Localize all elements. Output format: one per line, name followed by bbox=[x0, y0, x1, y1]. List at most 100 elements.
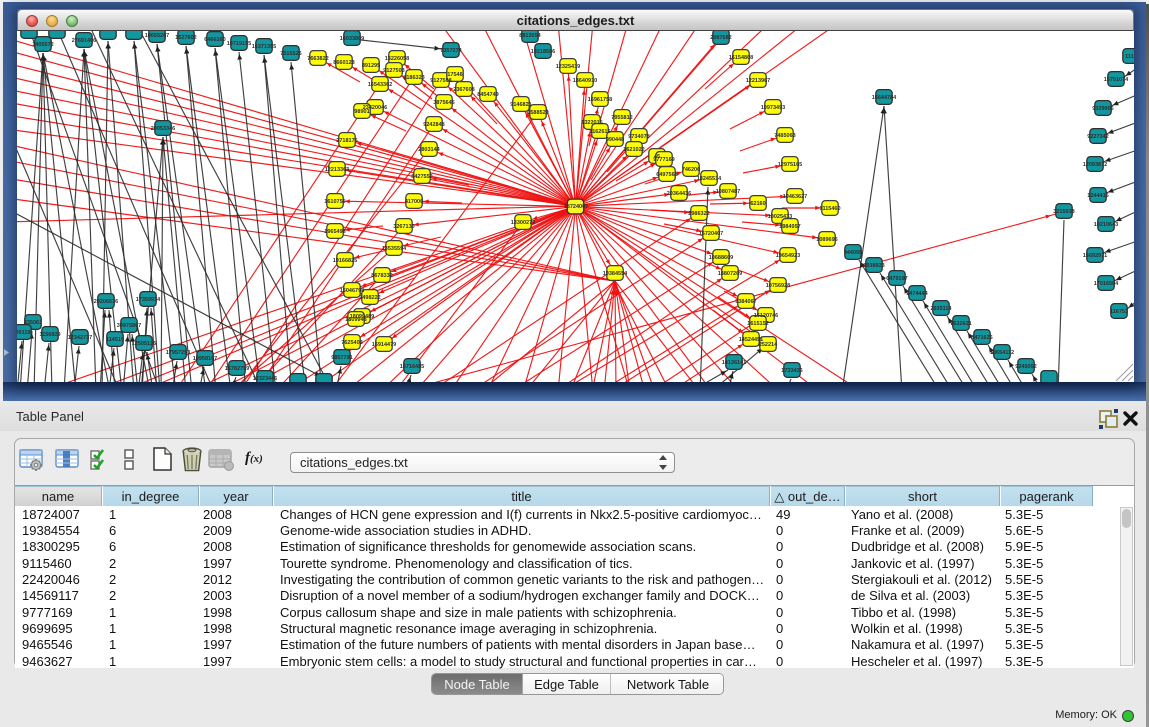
svg-text:62160: 62160 bbox=[750, 201, 765, 207]
svg-text:2718176: 2718176 bbox=[336, 138, 357, 144]
svg-text:10973493: 10973493 bbox=[761, 105, 785, 111]
svg-text:19384554: 19384554 bbox=[603, 271, 628, 277]
svg-text:19166825: 19166825 bbox=[333, 258, 357, 264]
svg-text:2986322: 2986322 bbox=[688, 211, 709, 217]
svg-text:9127503: 9127503 bbox=[383, 68, 404, 74]
svg-text:20053346: 20053346 bbox=[151, 126, 175, 132]
svg-text:8938923: 8938923 bbox=[863, 263, 884, 269]
svg-text:9777169: 9777169 bbox=[653, 157, 674, 163]
svg-text:114519: 114519 bbox=[106, 337, 124, 343]
svg-text:6497568: 6497568 bbox=[656, 172, 677, 178]
svg-text:1322015: 1322015 bbox=[581, 120, 602, 126]
svg-text:6479197: 6479197 bbox=[886, 276, 907, 282]
svg-text:8813054: 8813054 bbox=[519, 33, 541, 39]
svg-text:15751074: 15751074 bbox=[1104, 77, 1129, 83]
svg-text:3215938: 3215938 bbox=[1053, 209, 1074, 215]
svg-text:417006: 417006 bbox=[405, 199, 423, 205]
svg-text:746206: 746206 bbox=[682, 167, 700, 173]
svg-text:1162615: 1162615 bbox=[589, 129, 610, 135]
svg-text:10210643: 10210643 bbox=[1094, 222, 1118, 228]
svg-text:8186323: 8186323 bbox=[403, 75, 424, 81]
svg-text:10807487: 10807487 bbox=[716, 189, 740, 195]
svg-text:15716485: 15716485 bbox=[400, 364, 424, 370]
svg-text:27691406: 27691406 bbox=[72, 38, 96, 44]
svg-text:12213363: 12213363 bbox=[325, 167, 349, 173]
svg-text:9474444: 9474444 bbox=[906, 291, 928, 297]
svg-text:12975165: 12975165 bbox=[778, 162, 802, 168]
svg-text:20206536: 20206536 bbox=[94, 299, 118, 305]
svg-text:9115460: 9115460 bbox=[819, 206, 840, 212]
svg-text:1965493: 1965493 bbox=[324, 229, 345, 235]
svg-text:9227342: 9227342 bbox=[1087, 134, 1108, 140]
svg-text:39119: 39119 bbox=[17, 330, 31, 336]
svg-text:1733426: 1733426 bbox=[781, 368, 802, 374]
svg-text:252214: 252214 bbox=[759, 342, 778, 348]
svg-text:8660128: 8660128 bbox=[333, 60, 354, 66]
svg-text:15692971: 15692971 bbox=[1083, 253, 1107, 259]
svg-text:15720407: 15720407 bbox=[699, 231, 723, 237]
svg-text:10463627: 10463627 bbox=[783, 194, 807, 200]
svg-text:1244415: 1244415 bbox=[1087, 193, 1108, 199]
svg-text:12093872: 12093872 bbox=[1083, 162, 1107, 168]
svg-text:16154808: 16154808 bbox=[729, 55, 753, 61]
svg-text:13226058: 13226058 bbox=[385, 56, 409, 62]
svg-text:7515526: 7515526 bbox=[280, 51, 301, 57]
svg-text:10719155: 10719155 bbox=[227, 41, 251, 47]
svg-text:14136141: 14136141 bbox=[722, 360, 746, 366]
svg-text:10756928: 10756928 bbox=[766, 283, 790, 289]
svg-text:1610755: 1610755 bbox=[324, 199, 345, 205]
svg-text:17359934: 17359934 bbox=[136, 297, 161, 303]
svg-text:9329906: 9329906 bbox=[1092, 106, 1113, 112]
svg-text:9384067: 9384067 bbox=[735, 299, 756, 305]
svg-text:1809948: 1809948 bbox=[345, 317, 366, 323]
svg-text:3875645: 3875645 bbox=[433, 100, 454, 106]
svg-text:9245052: 9245052 bbox=[1015, 364, 1036, 370]
svg-text:8471626: 8471626 bbox=[971, 335, 992, 341]
svg-text:16914479: 16914479 bbox=[372, 342, 396, 348]
svg-text:18807209: 18807209 bbox=[718, 271, 742, 277]
svg-text:9857791: 9857791 bbox=[331, 355, 352, 361]
svg-text:10655287: 10655287 bbox=[145, 33, 169, 39]
svg-text:13535594: 13535594 bbox=[382, 246, 407, 252]
svg-text:19654923: 19654923 bbox=[776, 253, 800, 259]
svg-text:16543362: 16543362 bbox=[368, 82, 392, 88]
svg-text:2087682: 2087682 bbox=[710, 35, 731, 41]
svg-text:2367608: 2367608 bbox=[453, 87, 474, 93]
svg-text:12325419: 12325419 bbox=[556, 64, 580, 70]
svg-text:17016504: 17016504 bbox=[1094, 281, 1119, 287]
svg-text:16120746: 16120746 bbox=[754, 313, 778, 319]
svg-text:8678332: 8678332 bbox=[371, 273, 392, 279]
svg-text:891295: 891295 bbox=[362, 63, 380, 69]
svg-text:9127508: 9127508 bbox=[430, 78, 451, 84]
svg-text:30975867: 30975867 bbox=[117, 323, 141, 329]
svg-text:20364436: 20364436 bbox=[667, 191, 691, 197]
svg-text:990448: 990448 bbox=[606, 137, 624, 143]
svg-text:18640910: 18640910 bbox=[573, 78, 597, 84]
svg-text:17546: 17546 bbox=[447, 72, 462, 78]
svg-text:16033809: 16033809 bbox=[340, 36, 364, 42]
svg-text:18724007: 18724007 bbox=[564, 204, 588, 210]
svg-text:3267130: 3267130 bbox=[393, 224, 414, 230]
svg-text:9734078: 9734078 bbox=[628, 134, 649, 140]
svg-text:1621022: 1621022 bbox=[623, 147, 644, 153]
svg-text:12505135: 12505135 bbox=[132, 341, 156, 347]
svg-text:1615152: 1615152 bbox=[747, 321, 768, 327]
svg-text:9242848: 9242848 bbox=[423, 122, 444, 128]
svg-text:335061: 335061 bbox=[24, 320, 42, 326]
svg-text:16961758: 16961758 bbox=[588, 97, 612, 103]
svg-text:15046798: 15046798 bbox=[340, 288, 364, 294]
svg-text:16371355: 16371355 bbox=[252, 44, 276, 50]
svg-text:1156829: 1156829 bbox=[39, 332, 60, 338]
svg-text:16644784: 16644784 bbox=[872, 95, 897, 101]
svg-text:17957253: 17957253 bbox=[166, 350, 190, 356]
svg-text:7357274: 7357274 bbox=[440, 48, 462, 54]
svg-text:18245514: 18245514 bbox=[697, 176, 722, 182]
svg-text:7663822: 7663822 bbox=[307, 56, 328, 62]
svg-text:2935114: 2935114 bbox=[930, 306, 952, 312]
svg-text:7632621: 7632621 bbox=[950, 321, 971, 327]
svg-text:8427552: 8427552 bbox=[411, 174, 432, 180]
svg-text:13300273: 13300273 bbox=[511, 220, 535, 226]
svg-text:1527602: 1527602 bbox=[175, 35, 196, 41]
svg-text:10958107: 10958107 bbox=[193, 356, 217, 362]
svg-text:8454749: 8454749 bbox=[477, 92, 498, 98]
